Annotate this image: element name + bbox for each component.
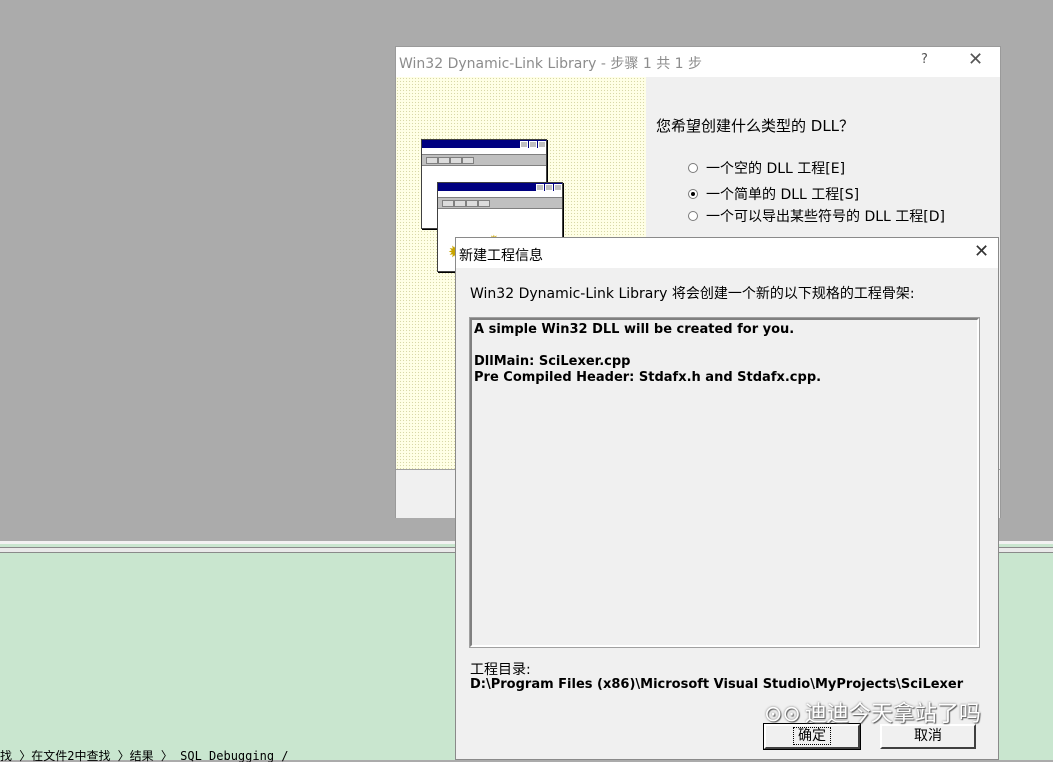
close-icon[interactable]: ✕ — [974, 241, 989, 262]
radio-button-selected[interactable] — [688, 189, 698, 199]
help-icon[interactable]: ? — [921, 52, 928, 67]
wechat-logo-icon: ⊙⊙ — [764, 702, 801, 727]
info-title: 新建工程信息 — [459, 248, 543, 264]
radio-button[interactable] — [688, 163, 698, 173]
info-titlebar: 新建工程信息 ✕ — [456, 238, 998, 268]
details-line: A simple Win32 DLL will be created for y… — [474, 322, 795, 337]
radio-label: 一个空的 DLL 工程[E] — [706, 161, 846, 177]
radio-button[interactable] — [688, 211, 698, 221]
wizard-titlebar: Win32 Dynamic-Link Library - 步骤 1 共 1 步 … — [396, 47, 1000, 77]
ok-label: 确定 — [793, 727, 831, 745]
project-directory-path: D:\Program Files (x86)\Microsoft Visual … — [470, 677, 964, 692]
info-description: Win32 Dynamic-Link Library 将会创建一个新的以下规格的… — [470, 286, 915, 302]
watermark-text: 迪迪今天拿站了吗 — [804, 702, 981, 727]
radio-export-dll[interactable]: 一个可以导出某些符号的 DLL 工程[D] — [688, 206, 945, 226]
watermark: ⊙⊙ 迪迪今天拿站了吗 — [764, 696, 981, 728]
new-project-info-dialog: 新建工程信息 ✕ Win32 Dynamic-Link Library 将会创建… — [455, 237, 999, 760]
dll-type-question: 您希望创建什么类型的 DLL？ — [656, 117, 855, 135]
radio-empty-dll[interactable]: 一个空的 DLL 工程[E] — [688, 158, 845, 178]
radio-label: 一个简单的 DLL 工程[S] — [706, 187, 860, 203]
project-directory-label: 工程目录: — [470, 662, 531, 678]
project-details-box[interactable]: A simple Win32 DLL will be created for y… — [469, 317, 980, 648]
details-line — [474, 338, 975, 354]
close-icon[interactable]: ✕ — [968, 49, 983, 70]
radio-simple-dll[interactable]: 一个简单的 DLL 工程[S] — [688, 184, 859, 204]
details-line: Pre Compiled Header: Stdafx.h and Stdafx… — [474, 370, 822, 385]
wizard-title: Win32 Dynamic-Link Library - 步骤 1 共 1 步 — [399, 56, 702, 72]
radio-label: 一个可以导出某些符号的 DLL 工程[D] — [706, 209, 945, 225]
details-line: DllMain: SciLexer.cpp — [474, 354, 631, 369]
